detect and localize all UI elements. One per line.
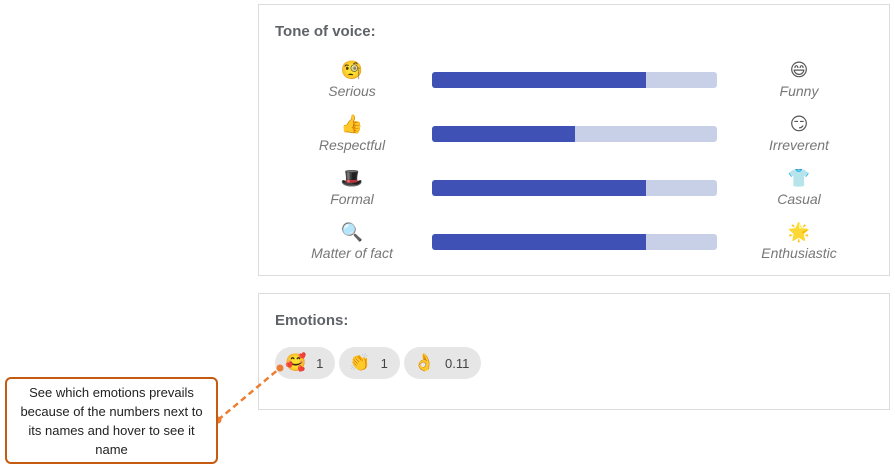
emotion-chip[interactable]: 🥰 1 [275, 347, 336, 379]
tone-right-side: 🌟 Enthusiastic [734, 223, 864, 262]
emotion-chips: 🥰 1 👏 1 👌 0.11 [275, 347, 485, 379]
clapping-hands-icon: 👏 [349, 353, 371, 373]
tone-bar-fill [432, 234, 646, 250]
smiling-face-with-hearts-icon: 🥰 [285, 353, 307, 373]
grinning-face-icon: 😄 [789, 60, 809, 81]
tone-of-voice-title: Tone of voice: [275, 23, 376, 40]
star-icon: 🌟 [787, 222, 811, 243]
emotions-card: Emotions: 🥰 1 👏 1 👌 0.11 [258, 293, 890, 410]
tone-left-side: 🔍 Matter of fact [287, 223, 417, 262]
tone-bar-fill [432, 72, 646, 88]
top-hat-icon: 🎩 [340, 168, 364, 189]
tone-row: 🎩 Formal 👕 Casual [259, 169, 889, 209]
tone-right-side: 😄 Funny [734, 61, 864, 100]
tone-right-label: Casual [777, 191, 821, 207]
tone-left-label: Respectful [318, 137, 386, 153]
tone-bar-fill [432, 180, 646, 196]
emotion-count: 1 [316, 355, 324, 371]
tone-left-label: Serious [328, 83, 376, 99]
tone-right-side: 👕 Casual [734, 169, 864, 208]
callout-text: See which emotions prevails because of t… [20, 384, 203, 457]
monocle-face-icon: 🧐 [340, 60, 364, 81]
tone-bar-fill [432, 126, 575, 142]
emotion-chip[interactable]: 👌 0.11 [403, 347, 482, 379]
tone-bar [432, 234, 717, 250]
magnifier-icon: 🔍 [340, 222, 364, 243]
tone-left-label: Matter of fact [311, 245, 393, 261]
ok-hand-icon: 👌 [413, 353, 435, 373]
tone-bar [432, 126, 717, 142]
tone-bar [432, 72, 717, 88]
t-shirt-icon: 👕 [787, 168, 811, 189]
thumbs-up-icon: 👍 [340, 114, 364, 135]
tone-left-side: 🎩 Formal [287, 169, 417, 208]
tone-left-side: 🧐 Serious [287, 61, 417, 100]
tone-of-voice-card: Tone of voice: 🧐 Serious 😄 Funny 👍 Respectful… [258, 4, 890, 276]
emotions-title: Emotions: [275, 312, 349, 329]
tone-left-side: 👍 Respectful [287, 115, 417, 154]
tone-right-label: Enthusiastic [761, 245, 837, 261]
emotion-chip[interactable]: 👏 1 [339, 347, 400, 379]
emotion-count: 1 [380, 355, 388, 371]
tone-row: 👍 Respectful 😏 Irreverent [259, 115, 889, 155]
tone-row: 🔍 Matter of fact 🌟 Enthusiastic [259, 223, 889, 263]
annotation-callout: See which emotions prevails because of t… [5, 377, 218, 464]
tone-left-label: Formal [330, 191, 374, 207]
tone-row: 🧐 Serious 😄 Funny [259, 61, 889, 101]
tone-right-side: 😏 Irreverent [734, 115, 864, 154]
tone-bar [432, 180, 717, 196]
smirking-face-icon: 😏 [789, 114, 809, 135]
emotion-count: 0.11 [444, 355, 470, 371]
tone-right-label: Funny [779, 83, 819, 99]
tone-right-label: Irreverent [769, 137, 829, 153]
